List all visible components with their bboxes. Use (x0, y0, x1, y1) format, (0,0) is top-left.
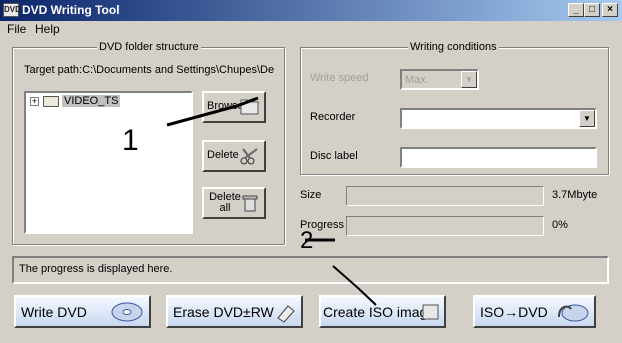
menu-bar: File Help (0, 21, 622, 38)
erase-dvd-label: Erase DVD±RW (173, 304, 274, 320)
iso-to-disc-icon (558, 304, 589, 322)
progress-bar (346, 216, 544, 236)
size-bar (346, 186, 544, 206)
trash-icon (242, 195, 258, 212)
iso-file-icon (422, 304, 439, 320)
status-text: The progress is displayed here. (19, 263, 173, 275)
expand-icon[interactable]: + (30, 97, 39, 106)
close-button[interactable]: × (602, 3, 618, 17)
eraser-icon (277, 305, 295, 323)
menu-file[interactable]: File (7, 22, 26, 36)
disc-icon (111, 302, 143, 322)
chevron-down-icon: ▼ (461, 71, 477, 88)
minimize-button[interactable]: _ (568, 3, 584, 17)
folder-group-title: DVD folder structure (97, 41, 201, 53)
chevron-down-icon[interactable]: ▼ (579, 110, 595, 127)
target-path: Target path:C:\Documents and Settings\Ch… (24, 64, 275, 76)
iso-to-dvd-button[interactable]: ISO→DVD (473, 295, 596, 328)
write-speed-select: Max. ▼ (400, 69, 479, 90)
status-box: The progress is displayed here. (12, 256, 609, 284)
folder-tree[interactable]: + VIDEO_TS (24, 91, 193, 234)
annotation-digit-2: 2 (300, 227, 313, 254)
folder-browse-icon (240, 99, 259, 115)
delete-all-label: Delete all (209, 191, 241, 214)
erase-dvd-button[interactable]: Erase DVD±RW (166, 295, 303, 328)
delete-button[interactable]: Delete (202, 140, 266, 172)
delete-label: Delete (207, 149, 239, 161)
maximize-button[interactable]: □ (584, 3, 600, 17)
folder-icon (43, 96, 59, 107)
write-dvd-label: Write DVD (21, 304, 87, 320)
writing-group-title: Writing conditions (408, 41, 499, 53)
tree-item-video-ts[interactable]: VIDEO_TS (62, 95, 121, 107)
window-title: DVD Writing Tool (22, 3, 120, 17)
disc-label-label: Disc label (310, 150, 358, 162)
title-bar: DVD DVD Writing Tool _ □ × (0, 0, 622, 21)
disc-label-field[interactable] (400, 147, 597, 168)
write-speed-label: Write speed (310, 72, 369, 84)
scissors-icon (240, 148, 258, 165)
write-speed-value: Max. (405, 74, 429, 86)
delete-all-button[interactable]: Delete all (202, 187, 266, 219)
dvd-app-icon: DVD (3, 3, 21, 17)
size-value: 3.7Mbyte (552, 189, 598, 201)
progress-value: 0% (552, 219, 568, 231)
create-iso-label: Create ISO image (323, 304, 436, 320)
write-dvd-button[interactable]: Write DVD (14, 295, 151, 328)
recorder-label: Recorder (310, 111, 356, 123)
menu-help[interactable]: Help (35, 22, 60, 36)
browse-button[interactable]: Browse... (202, 91, 266, 123)
size-label: Size (300, 189, 322, 201)
create-iso-button[interactable]: Create ISO image (319, 295, 446, 328)
progress-label: Progress (300, 219, 345, 231)
iso-to-dvd-label: ISO→DVD (480, 304, 548, 320)
recorder-select[interactable]: ▼ (400, 108, 597, 129)
